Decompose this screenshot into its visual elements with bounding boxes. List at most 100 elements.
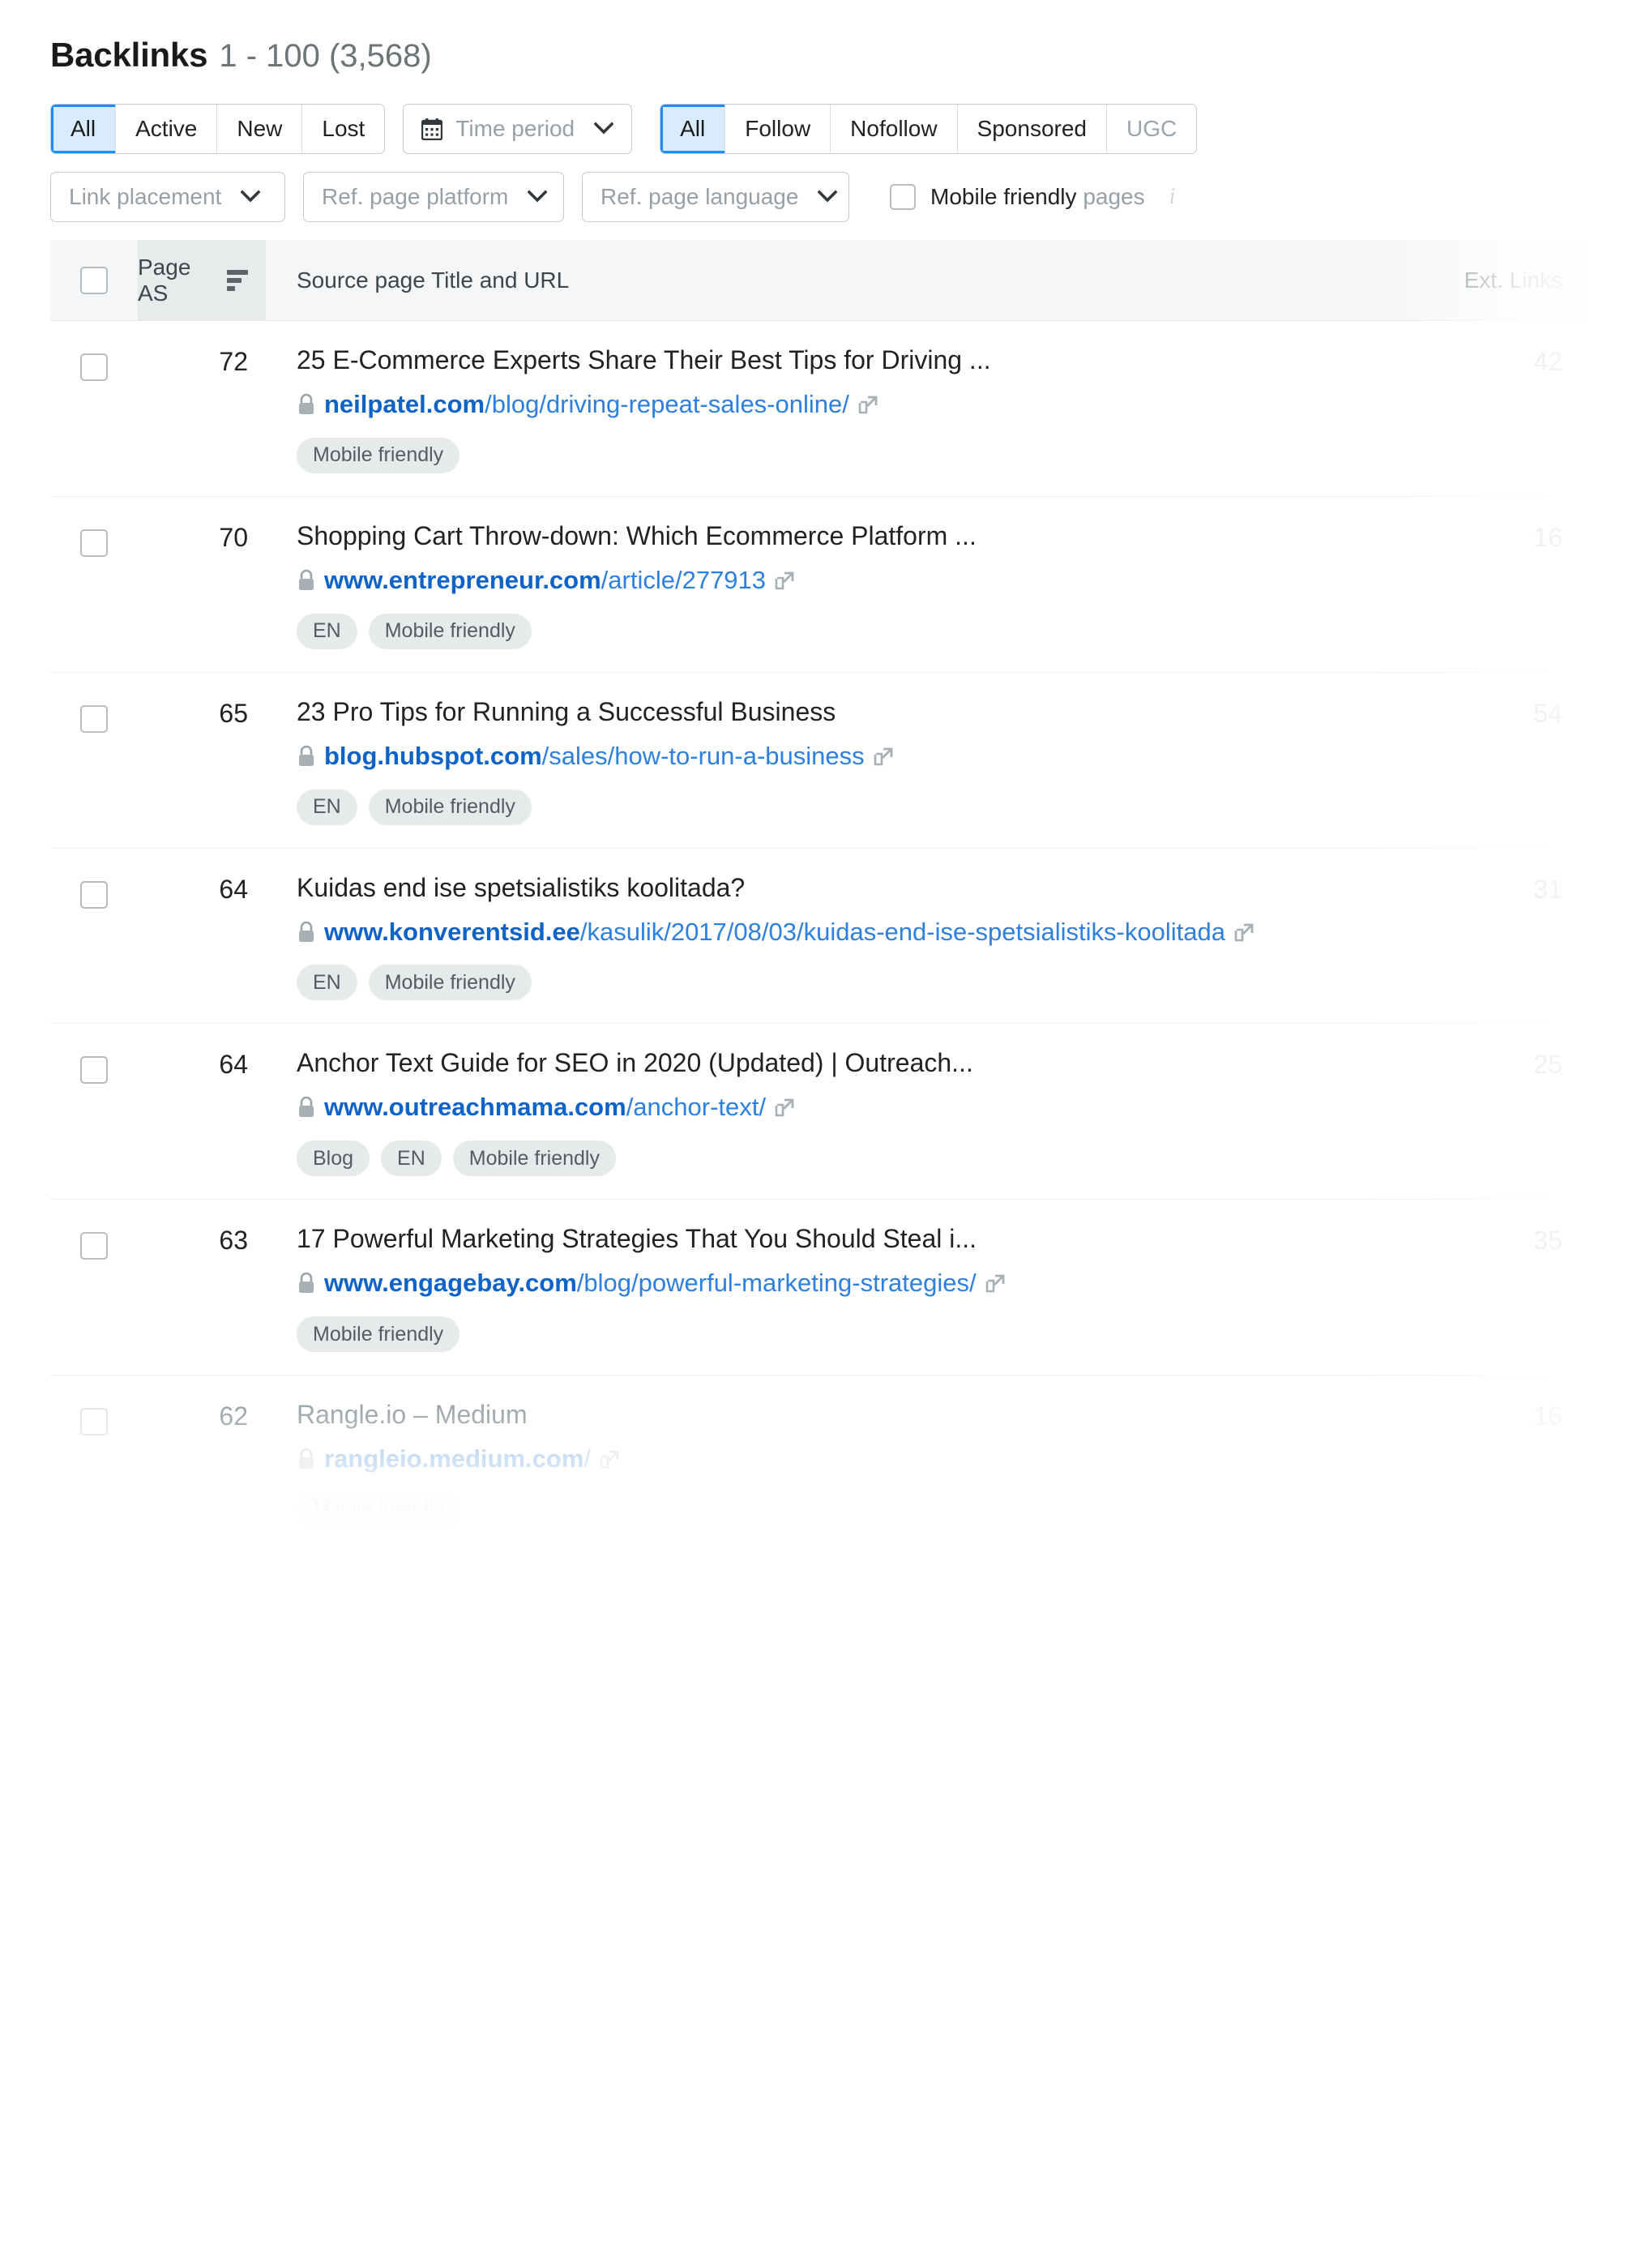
url-path[interactable]: /kasulik/2017/08/03/kuidas-end-ise-spets… (580, 918, 1225, 946)
row-select-checkbox[interactable] (80, 704, 108, 733)
row-select-checkbox[interactable] (80, 1232, 108, 1260)
url-path[interactable]: / (583, 1444, 591, 1473)
column-header-source[interactable]: Source page Title and URL (266, 240, 1384, 320)
row-select-checkbox[interactable] (80, 1408, 108, 1436)
source-page-title[interactable]: Anchor Text Guide for SEO in 2020 (Updat… (297, 1046, 1365, 1079)
badge-list: EN Mobile friendly (297, 613, 1365, 649)
page-title-text: Backlinks (50, 36, 208, 74)
table-row: 70 Shopping Cart Throw-down: Which Ecomme… (50, 497, 1587, 673)
status-filter-new[interactable]: New (217, 105, 303, 153)
status-filter-lost[interactable]: Lost (302, 105, 385, 153)
source-page-cell: 23 Pro Tips for Running a Successful Bus… (266, 695, 1384, 825)
status-filter-all[interactable]: All (51, 105, 117, 153)
sort-desc-icon (227, 269, 248, 291)
row-select-checkbox[interactable] (80, 528, 108, 557)
url-path[interactable]: /anchor-text/ (626, 1093, 766, 1121)
status-badge: Mobile friendly (368, 613, 532, 649)
external-link-icon[interactable] (1233, 918, 1254, 952)
mobile-friendly-checkbox[interactable] (890, 184, 916, 210)
external-link-icon[interactable] (873, 742, 894, 777)
external-link-icon[interactable] (857, 391, 878, 425)
external-link-icon[interactable] (774, 567, 795, 601)
link-placement-dropdown[interactable]: Link placement (50, 172, 285, 222)
row-select-checkbox[interactable] (80, 880, 108, 909)
table-row: 64 Kuidas end ise spetsialistiks koolitad… (50, 849, 1587, 1025)
ext-links-value: 16 (1533, 1401, 1562, 1431)
page-as-value: 64 (219, 1050, 248, 1080)
chevron-down-icon (527, 188, 548, 206)
backlinks-page: Backlinks 1 - 100 (3,568) All Active New… (0, 0, 1637, 2268)
url-domain[interactable]: neilpatel.com (324, 390, 485, 418)
page-as-value: 62 (219, 1401, 248, 1431)
row-select-cell (50, 1398, 138, 1436)
ref-page-platform-dropdown[interactable]: Ref. page platform (303, 172, 564, 222)
source-page-url[interactable]: www.konverentsid.ee/kasulik/2017/08/03/k… (297, 915, 1365, 952)
info-icon[interactable]: i (1169, 184, 1176, 210)
column-header-ext-links[interactable]: Ext. Links (1384, 240, 1587, 320)
page-as-value: 63 (219, 1226, 248, 1256)
ext-links-value: 31 (1533, 874, 1562, 904)
url-domain[interactable]: www.entrepreneur.com (324, 566, 601, 594)
source-page-cell: 25 E-Commerce Experts Share Their Best T… (266, 344, 1384, 473)
lock-icon (297, 1269, 316, 1303)
url-path[interactable]: /blog/driving-repeat-sales-online/ (485, 390, 849, 418)
badge-list: Blog EN Mobile friendly (297, 1140, 1365, 1177)
column-header-page-as[interactable]: Page AS (138, 240, 266, 320)
row-select-cell (50, 520, 138, 557)
status-badge: Blog (297, 1140, 370, 1177)
follow-filter-ugc[interactable]: UGC (1107, 105, 1197, 153)
page-as-value: 72 (219, 347, 248, 376)
follow-filter-nofollow[interactable]: Nofollow (831, 105, 958, 153)
column-header-page-as-label: Page AS (138, 254, 191, 306)
time-period-dropdown[interactable]: Time period (403, 104, 633, 154)
mobile-friendly-label: Mobile friendly pages (930, 184, 1145, 210)
table-row: 65 23 Pro Tips for Running a Successful B… (50, 673, 1587, 849)
source-page-url[interactable]: www.outreachmama.com/anchor-text/ (297, 1090, 1365, 1128)
external-link-icon[interactable] (985, 1269, 1006, 1303)
row-select-cell (50, 344, 138, 381)
source-page-url[interactable]: www.entrepreneur.com/article/277913 (297, 563, 1365, 601)
filter-row-primary: All Active New Lost Time period All Foll… (50, 104, 1637, 154)
url-domain[interactable]: www.konverentsid.ee (324, 918, 580, 946)
external-link-icon[interactable] (774, 1093, 795, 1128)
source-page-url[interactable]: www.engagebay.com/blog/powerful-marketin… (297, 1266, 1365, 1303)
source-page-title[interactable]: 17 Powerful Marketing Strategies That Yo… (297, 1222, 1365, 1255)
source-page-title[interactable]: Kuidas end ise spetsialistiks koolitada? (297, 871, 1365, 904)
link-placement-label: Link placement (69, 184, 222, 209)
filter-row-secondary: Link placement Ref. page platform Ref. p… (50, 172, 1637, 222)
source-page-title[interactable]: Rangle.io – Medium (297, 1398, 1365, 1431)
row-select-cell (50, 695, 138, 733)
select-all-checkbox[interactable] (80, 266, 108, 294)
page-as-value: 65 (219, 698, 248, 728)
ref-page-language-dropdown[interactable]: Ref. page language (582, 172, 849, 222)
url-path[interactable]: /sales/how-to-run-a-business (542, 742, 865, 770)
source-page-title[interactable]: Shopping Cart Throw-down: Which Ecommerc… (297, 520, 1365, 552)
source-page-title[interactable]: 23 Pro Tips for Running a Successful Bus… (297, 695, 1365, 728)
lock-icon (297, 1093, 316, 1128)
badge-list: EN Mobile friendly (297, 789, 1365, 825)
url-domain[interactable]: rangleio.medium.com (324, 1444, 583, 1473)
url-path[interactable]: /blog/powerful-marketing-strategies/ (577, 1269, 977, 1297)
ext-links-value: 42 (1533, 347, 1562, 376)
source-page-title[interactable]: 25 E-Commerce Experts Share Their Best T… (297, 344, 1365, 376)
row-select-checkbox[interactable] (80, 1056, 108, 1085)
follow-filter-sponsored[interactable]: Sponsored (957, 105, 1107, 153)
url-domain[interactable]: www.engagebay.com (324, 1269, 577, 1297)
mobile-friendly-filter[interactable]: Mobile friendly pages i (890, 184, 1175, 210)
source-page-url[interactable]: blog.hubspot.com/sales/how-to-run-a-busi… (297, 739, 1365, 777)
source-page-cell: Rangle.io – Medium rangleio.medium.com/Mo… (266, 1398, 1384, 1528)
page-as-value: 70 (219, 522, 248, 552)
source-page-url[interactable]: rangleio.medium.com/ (297, 1442, 1365, 1479)
external-link-icon[interactable] (599, 1445, 620, 1479)
table-row: 64 Anchor Text Guide for SEO in 2020 (Upd… (50, 1024, 1587, 1200)
url-path[interactable]: /article/277913 (601, 566, 766, 594)
url-domain[interactable]: blog.hubspot.com (324, 742, 542, 770)
source-page-url[interactable]: neilpatel.com/blog/driving-repeat-sales-… (297, 387, 1365, 425)
row-select-checkbox[interactable] (80, 353, 108, 381)
status-badge: EN (297, 789, 357, 825)
follow-filter-all[interactable]: All (660, 105, 726, 153)
follow-filter-follow[interactable]: Follow (725, 105, 831, 153)
url-domain[interactable]: www.outreachmama.com (324, 1093, 626, 1121)
status-filter-active[interactable]: Active (116, 105, 218, 153)
status-badge: Mobile friendly (297, 437, 460, 473)
